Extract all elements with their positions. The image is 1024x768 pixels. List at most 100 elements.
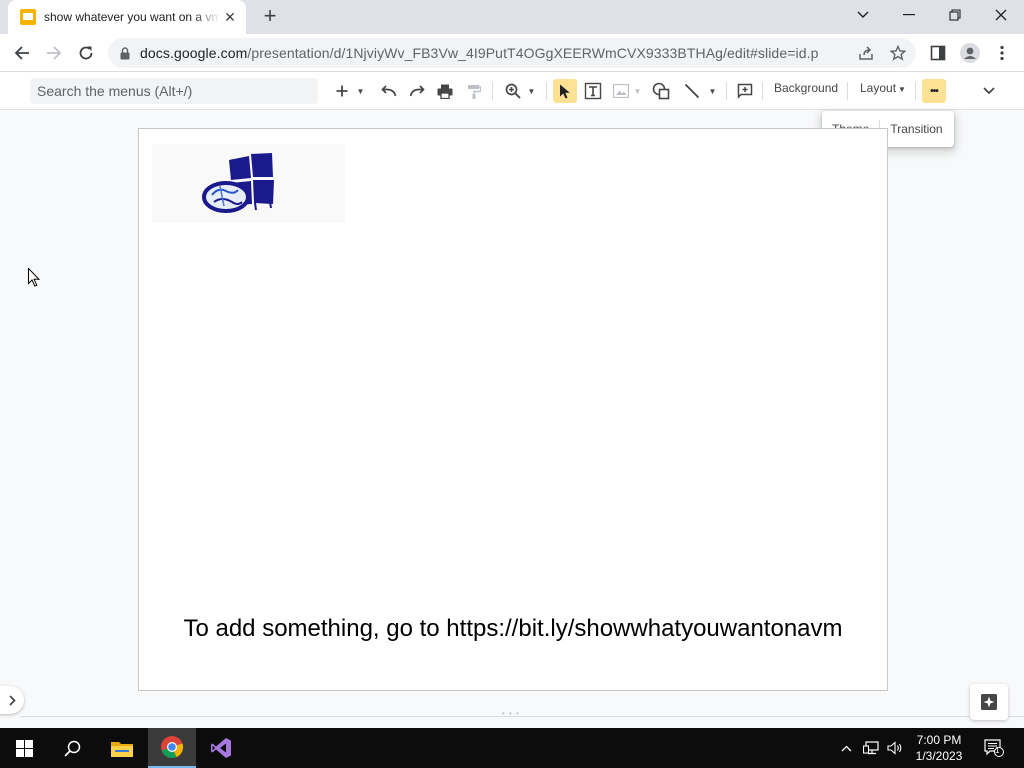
speaker-icon [887, 741, 902, 755]
caret-down-icon: ▼ [356, 86, 365, 96]
line-button[interactable]: ▼ [680, 79, 720, 103]
show-filmstrip-button[interactable] [0, 686, 24, 714]
redo-button[interactable] [405, 79, 429, 103]
toolbar-divider [492, 82, 493, 100]
insert-image-button[interactable]: ▼ [610, 79, 644, 103]
avatar-icon [960, 43, 980, 63]
windows-logo-drawing-icon [202, 153, 274, 213]
windows-start-icon [15, 739, 33, 757]
side-panel-button[interactable] [926, 41, 950, 65]
search-menus-input[interactable] [30, 78, 318, 104]
background-button[interactable]: Background [774, 81, 838, 95]
undo-button[interactable] [377, 79, 401, 103]
add-comment-button[interactable] [733, 79, 757, 103]
profile-button[interactable] [958, 41, 982, 65]
url-host: docs.google.com [140, 45, 248, 61]
more-button[interactable]: ••• [922, 79, 946, 103]
text-box-icon [584, 82, 602, 100]
share-button[interactable] [856, 43, 876, 63]
close-icon [995, 9, 1007, 21]
folder-icon [111, 741, 133, 757]
volume-button[interactable] [884, 728, 906, 768]
url-text: docs.google.com/presentation/d/1NjviyWv_… [140, 45, 818, 61]
visual-studio-button[interactable] [197, 728, 245, 768]
reload-icon [79, 46, 93, 60]
shape-button[interactable] [649, 79, 673, 103]
add-comment-icon [737, 83, 753, 99]
address-bar-row: docs.google.com/presentation/d/1NjviyWv_… [0, 34, 1024, 72]
file-explorer-button[interactable] [98, 728, 146, 768]
chevron-right-icon [9, 694, 16, 706]
start-button[interactable] [0, 728, 48, 768]
toolbar-divider [546, 82, 547, 100]
select-tool-button[interactable] [553, 79, 577, 103]
notification-count: 1 [995, 746, 1000, 755]
new-tab-button[interactable]: + [258, 5, 282, 29]
slide-canvas[interactable]: To add something, go to https://bit.ly/s… [138, 128, 888, 691]
url-path: /presentation/d/1NjviyWv_FB3Vw_4I9PutT4O… [247, 45, 819, 61]
explore-button[interactable] [970, 684, 1008, 720]
toolbar-divider [726, 82, 727, 100]
notifications-icon [984, 739, 1004, 757]
chrome-menu-button[interactable] [990, 41, 1014, 65]
windows-taskbar: 7:00 PM 1/3/2023 1 [0, 728, 1024, 768]
omnibox[interactable]: docs.google.com/presentation/d/1NjviyWv_… [108, 38, 916, 68]
plus-icon [336, 85, 348, 97]
chrome-icon [161, 736, 184, 759]
explore-sparkle-icon [981, 694, 997, 710]
back-arrow-icon [14, 46, 29, 60]
action-center-button[interactable]: 1 [978, 728, 1010, 768]
text-box-button[interactable] [581, 79, 605, 103]
slide-body-text[interactable]: To add something, go to https://bit.ly/s… [139, 615, 887, 643]
transition-button[interactable]: Transition [880, 122, 952, 136]
image-icon [612, 84, 629, 98]
redo-icon [409, 85, 425, 97]
zoom-button[interactable]: ▼ [500, 79, 540, 103]
toolbar-divider [915, 82, 916, 100]
slide-drawing-image[interactable] [152, 144, 345, 223]
hide-menus-button[interactable] [977, 79, 1001, 103]
mouse-cursor-icon [28, 268, 40, 287]
print-icon [437, 84, 453, 99]
search-icon [63, 740, 80, 757]
share-icon [859, 46, 873, 60]
restore-icon [949, 9, 961, 21]
chevron-up-icon [841, 745, 851, 751]
minimize-icon [903, 14, 915, 16]
minimize-button[interactable] [886, 0, 932, 30]
speaker-notes-divider [20, 716, 1024, 717]
caret-down-icon: ▼ [633, 86, 642, 96]
side-panel-icon [930, 45, 946, 61]
tab-strip: show whatever you want on a vm ✕ + [0, 0, 1024, 34]
tab-title: show whatever you want on a vm [44, 10, 220, 24]
show-hidden-icons-button[interactable] [836, 728, 856, 768]
close-window-button[interactable] [978, 0, 1024, 30]
taskbar-search-button[interactable] [48, 728, 96, 768]
chrome-taskbar-button[interactable] [148, 728, 196, 768]
print-button[interactable] [433, 79, 457, 103]
tab-search-button[interactable] [840, 0, 886, 30]
taskbar-clock[interactable]: 7:00 PM 1/3/2023 [908, 732, 970, 764]
star-icon [890, 45, 906, 61]
network-icon [863, 741, 879, 755]
browser-tab-active[interactable]: show whatever you want on a vm ✕ [8, 0, 246, 34]
slides-toolbar: ▼ ▼ ▼ ▼ Background Layout▼ ••• [0, 72, 1024, 110]
paint-format-button[interactable] [462, 79, 486, 103]
chevron-down-icon [983, 87, 995, 95]
layout-button[interactable]: Layout ▼ [860, 81, 906, 95]
network-button[interactable] [860, 728, 882, 768]
restore-button[interactable] [932, 0, 978, 30]
resize-grip-icon[interactable]: • • • [502, 709, 520, 718]
tab-close-icon[interactable]: ✕ [222, 9, 238, 26]
shape-icon [652, 82, 670, 100]
new-slide-button[interactable]: ▼ [330, 79, 370, 103]
caret-down-icon: ▼ [898, 85, 906, 94]
undo-icon [381, 85, 397, 97]
forward-button[interactable] [42, 41, 66, 65]
bookmark-button[interactable] [888, 43, 908, 63]
reload-button[interactable] [74, 41, 98, 65]
lock-icon [120, 46, 130, 59]
paint-format-icon [468, 84, 481, 99]
back-button[interactable] [10, 41, 34, 65]
chevron-down-icon [857, 11, 869, 18]
